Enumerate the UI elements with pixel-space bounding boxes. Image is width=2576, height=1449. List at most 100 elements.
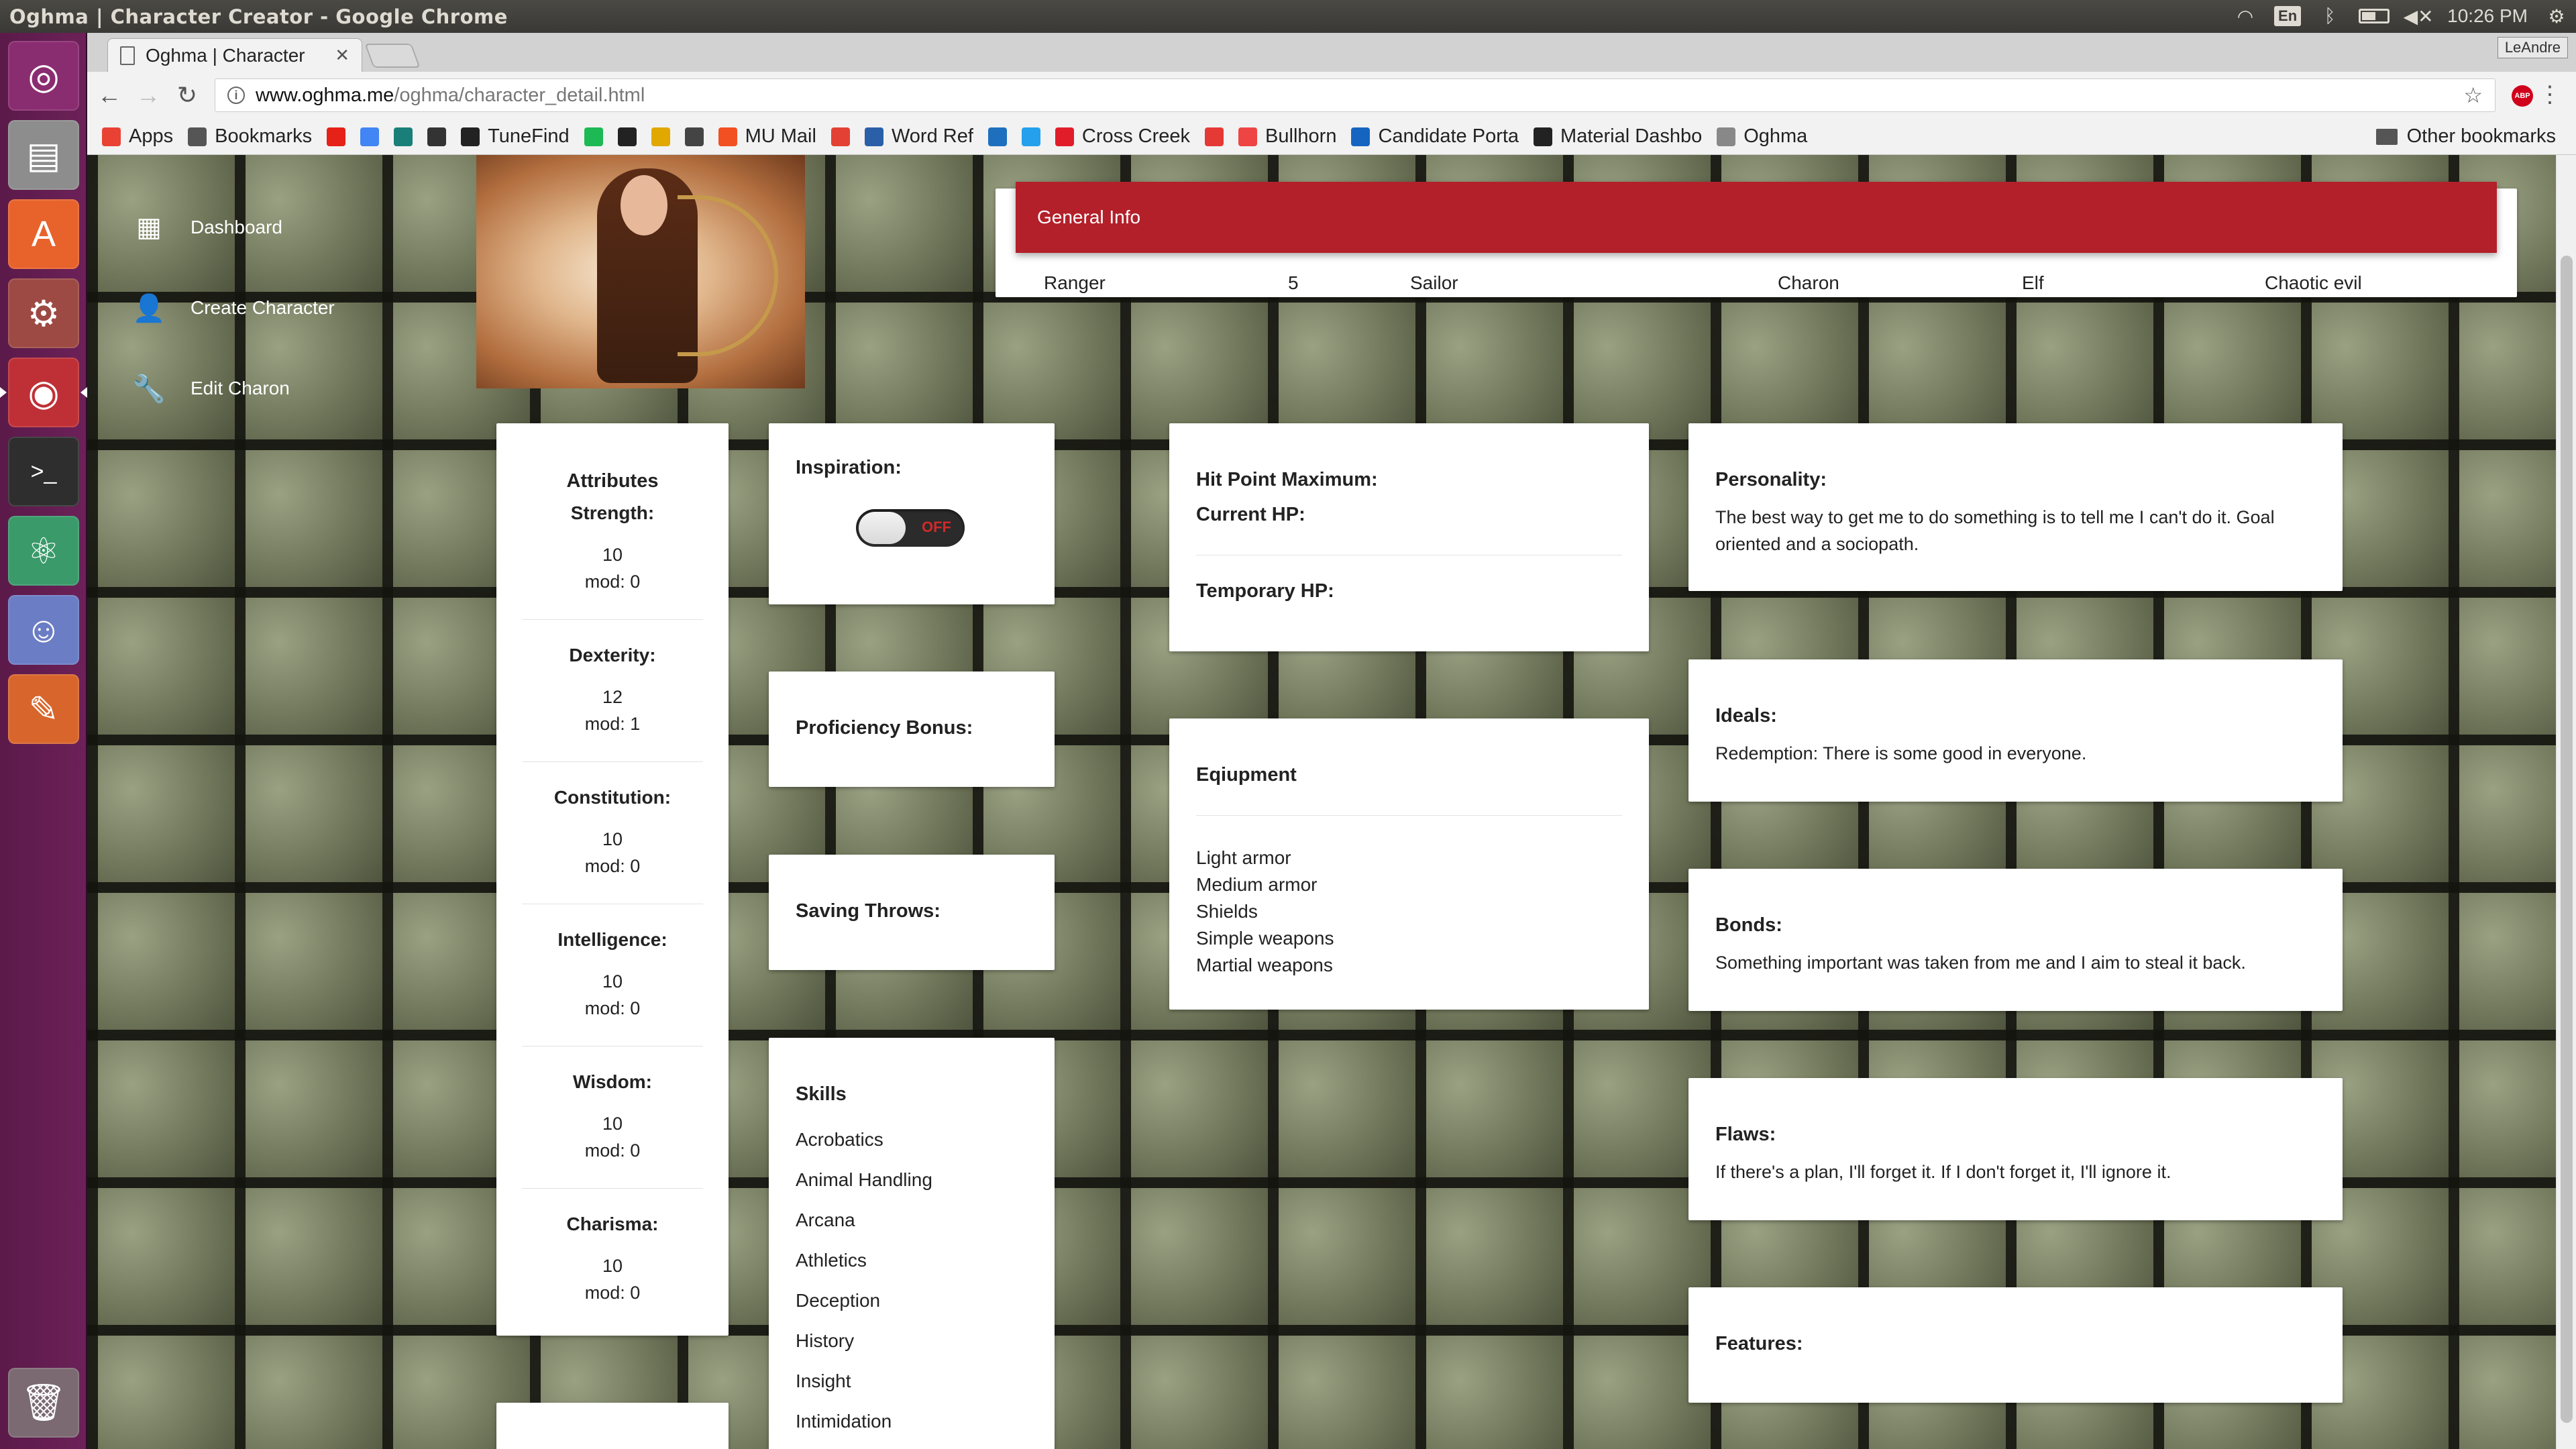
skill-item: Animal Handling <box>796 1169 932 1190</box>
battery-icon[interactable] <box>2359 9 2390 23</box>
nav-edit-character[interactable]: 🔧 Edit Charon <box>132 374 290 404</box>
bookmark-item[interactable]: Apps <box>102 125 173 148</box>
browser-tab[interactable]: Oghma | Character ✕ <box>107 38 362 72</box>
ubuntu-launcher: ◎ ▤ A ⚙ ◉ >_ ⚛ ☺ ✎ 🗑 <box>0 33 87 1449</box>
bookmark-item[interactable]: Bookmarks <box>188 125 312 148</box>
nav-create-character[interactable]: 👤 Create Character <box>132 293 335 323</box>
bookmark-item[interactable] <box>327 127 346 146</box>
bookmark-star-icon[interactable]: ☆ <box>2463 83 2483 108</box>
bookmark-label: Bookmarks <box>215 125 313 147</box>
bookmark-item[interactable] <box>1205 127 1224 146</box>
inspiration-toggle[interactable]: OFF <box>856 509 965 547</box>
bookmark-favicon-icon <box>1238 127 1258 146</box>
features-card: Features: <box>1688 1287 2343 1403</box>
editor-icon[interactable]: ✎ <box>8 674 79 744</box>
page-scrollbar[interactable] <box>2556 155 2576 1449</box>
bookmark-label: Candidate Porta <box>1378 125 1519 147</box>
bookmark-favicon-icon <box>718 127 737 146</box>
site-info-icon[interactable]: i <box>227 87 245 104</box>
clock[interactable]: 10:26 PM <box>2447 5 2528 27</box>
personality-card: Personality: The best way to get me to d… <box>1688 423 2343 591</box>
discord-icon[interactable]: ☺ <box>8 595 79 665</box>
ideals-title: Ideals: <box>1715 705 1777 727</box>
bookmark-item[interactable]: MU Mail <box>718 125 816 148</box>
scrollbar-thumb[interactable] <box>2561 256 2573 1423</box>
wifi-icon[interactable]: ◠ <box>2234 6 2257 27</box>
other-bookmarks[interactable]: Other bookmarks <box>2375 125 2556 148</box>
terminal-icon[interactable]: >_ <box>8 437 79 506</box>
bookmark-item[interactable] <box>651 127 670 146</box>
bookmark-item[interactable]: Bullhorn <box>1238 125 1336 148</box>
equipment-list: Light armor Medium armor Shields Simple … <box>1196 845 1334 979</box>
nav-dashboard[interactable]: ▦ Dashboard <box>134 213 282 242</box>
back-arrow-icon[interactable]: ← <box>93 81 126 109</box>
bookmark-label: MU Mail <box>745 125 816 147</box>
bookmark-item[interactable] <box>617 127 637 146</box>
bookmark-item[interactable] <box>394 127 413 146</box>
bookmark-item[interactable]: TuneFind <box>461 125 570 148</box>
person-add-icon: 👤 <box>132 293 166 323</box>
bookmark-favicon-icon <box>584 127 603 146</box>
attribute-strength: Strength: 10 mod: 0 <box>570 502 655 592</box>
class-value: Ranger <box>1044 272 1106 293</box>
bookmark-item[interactable]: Material Dashbo <box>1534 125 1702 148</box>
bookmarks-bar: Apps Bookmarks TuneFind MU Mail Word Ref Cros… <box>87 119 2576 155</box>
bookmark-item[interactable] <box>360 127 380 146</box>
new-tab-button[interactable] <box>364 44 421 68</box>
tab-title: Oghma | Character <box>146 44 305 66</box>
power-gear-icon[interactable]: ⚙ <box>2545 6 2568 27</box>
bookmark-item[interactable] <box>427 127 447 146</box>
window-title: Oghma | Character Creator - Google Chrom… <box>9 5 508 28</box>
trash-icon[interactable]: 🗑 <box>8 1368 79 1438</box>
equipment-card: Eqiupment Light armor Medium armor Shiel… <box>1169 718 1649 1010</box>
bookmark-item[interactable] <box>684 127 704 146</box>
forward-arrow-icon[interactable]: → <box>131 81 165 109</box>
bluetooth-icon[interactable]: ᛒ <box>2318 5 2341 26</box>
bookmark-label: Apps <box>129 125 174 147</box>
bookmark-item[interactable] <box>584 127 603 146</box>
bookmark-item[interactable]: Oghma <box>1717 125 1807 148</box>
hit-points-card: Hit Point Maximum: Current HP: Temporary… <box>1169 423 1649 651</box>
page-content: ▦ Dashboard 👤 Create Character 🔧 Edit Ch… <box>87 155 2556 1449</box>
url-input[interactable]: i www.oghma.me/oghma/character_detail.ht… <box>215 78 2496 112</box>
settings-icon[interactable]: ⚙ <box>8 278 79 348</box>
bookmark-item[interactable]: Word Ref <box>864 125 973 148</box>
bookmark-item[interactable]: Cross Creek <box>1055 125 1190 148</box>
bookmark-item[interactable] <box>830 127 850 146</box>
skills-list: Acrobatics Animal Handling Arcana Athlet… <box>796 1120 932 1442</box>
adblock-icon[interactable]: ABP <box>2512 85 2533 107</box>
bookmark-favicon-icon <box>102 127 121 146</box>
keyboard-layout-indicator[interactable]: En <box>2274 6 2302 26</box>
saving-throws-card: Saving Throws: <box>769 855 1055 970</box>
bookmark-favicon-icon <box>1534 127 1553 146</box>
bookmark-item[interactable]: Candidate Porta <box>1351 125 1519 148</box>
software-center-icon[interactable]: A <box>8 199 79 269</box>
browser-menu-icon[interactable]: ⋮ <box>2538 81 2561 108</box>
bookmark-item[interactable] <box>987 127 1007 146</box>
name-value: Charon <box>1778 272 1839 293</box>
equipment-title: Eqiupment <box>1196 764 1297 786</box>
skill-item: Deception <box>796 1290 881 1311</box>
bookmark-item[interactable] <box>1021 127 1040 146</box>
level-value: 5 <box>1288 272 1299 293</box>
equipment-item: Simple weapons <box>1196 928 1334 949</box>
equipment-item: Light armor <box>1196 847 1291 868</box>
os-top-bar: Oghma | Character Creator - Google Chrom… <box>0 0 2576 33</box>
bookmark-label: Bullhorn <box>1265 125 1337 147</box>
proficiency-bonus-label: Proficiency Bonus: <box>796 717 973 739</box>
hp-current-label: Current HP: <box>1196 504 1305 525</box>
flaws-text: If there's a plan, I'll forget it. If I … <box>1715 1162 2171 1182</box>
profile-name[interactable]: LeAndre <box>2497 37 2568 58</box>
attribute-charisma: Charisma: 10 mod: 0 <box>566 1214 659 1303</box>
bookmark-favicon-icon <box>327 127 346 146</box>
bookmark-label: Word Ref <box>891 125 973 147</box>
chrome-icon[interactable]: ◉ <box>0 358 87 427</box>
ubuntu-dash-icon[interactable]: ◎ <box>8 41 79 111</box>
tab-close-icon[interactable]: ✕ <box>335 45 350 66</box>
attribute-constitution: Constitution: 10 mod: 0 <box>553 787 672 876</box>
reload-icon[interactable]: ↻ <box>170 81 204 109</box>
volume-muted-icon[interactable]: ◀✕ <box>2404 6 2434 27</box>
files-icon[interactable]: ▤ <box>8 120 79 190</box>
personality-title: Personality: <box>1715 469 1827 490</box>
atom-icon[interactable]: ⚛ <box>8 516 79 586</box>
